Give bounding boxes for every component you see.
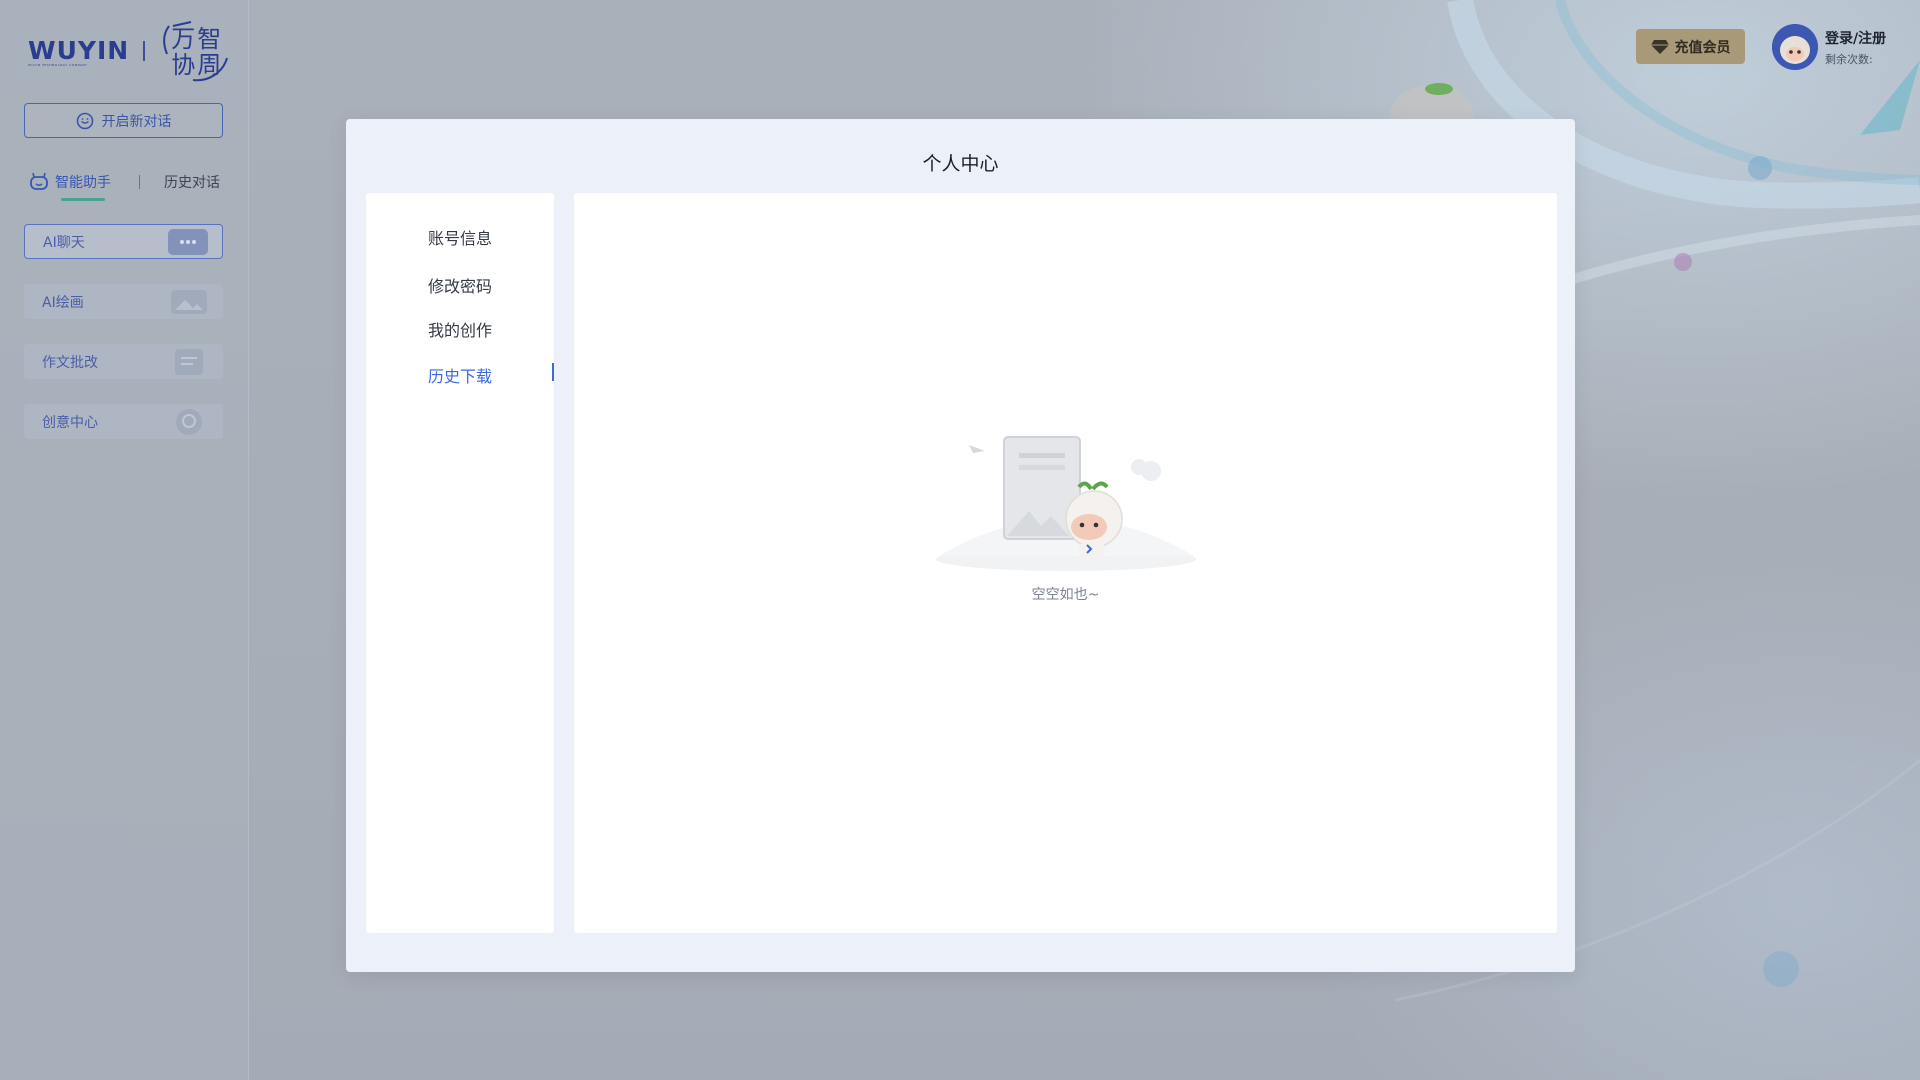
chat-bubble-icon (168, 229, 208, 255)
tab-assistant[interactable]: 智能助手 (29, 172, 111, 201)
modal-title: 个人中心 (922, 153, 999, 175)
sidebar-item-ai-drawing[interactable]: AI绘画 (24, 284, 223, 319)
nav-item-download-history[interactable]: 历史下载 (366, 363, 554, 387)
logo-char-3: 协 (171, 51, 196, 79)
personal-center-modal: 个人中心 账号信息 修改密码 我的创作 历史下载 空空如也~ (346, 119, 1575, 972)
robot-icon (30, 172, 48, 190)
recharge-vip-button[interactable]: 充值会员 (1636, 29, 1745, 64)
sidebar-item-label: AI聊天 (43, 234, 85, 251)
sidebar-item-label: AI绘画 (42, 294, 84, 311)
sidebar-item-label: 创意中心 (42, 414, 98, 431)
sidebar: WUYIN WUYIN TECHNOLOGY COMPANY 万 智 协 周 开… (0, 0, 249, 1080)
diamond-icon (1650, 39, 1669, 54)
mascot-avatar-icon (1772, 24, 1818, 70)
login-register-link[interactable]: 登录/注册 (1825, 28, 1886, 48)
sidebar-item-label: 作文批改 (42, 354, 98, 371)
tab-assistant-label: 智能助手 (55, 175, 111, 191)
document-icon (175, 349, 203, 375)
nav-active-indicator (552, 363, 554, 381)
tab-history[interactable]: 历史对话 (164, 172, 220, 192)
nav-item-my-creations[interactable]: 我的创作 (366, 317, 554, 341)
nav-item-change-password[interactable]: 修改密码 (366, 273, 554, 297)
chat-icon (76, 112, 93, 129)
bulb-icon (176, 409, 202, 435)
logo-char-2: 智 (197, 25, 222, 53)
new-chat-label: 开启新对话 (101, 113, 172, 130)
tab-separator (139, 175, 140, 189)
empty-state-text: 空空如也~ (1031, 587, 1100, 603)
empty-state-illustration (936, 436, 1196, 571)
logo-text: WUYIN (28, 35, 130, 65)
logo-char-4: 周 (197, 51, 222, 79)
picture-icon (171, 290, 207, 314)
vip-label: 充值会员 (1674, 39, 1731, 56)
sidebar-tabs: 智能助手 历史对话 (29, 172, 220, 201)
content-panel: 空空如也~ (574, 193, 1557, 933)
brand-logo[interactable]: WUYIN WUYIN TECHNOLOGY COMPANY 万 智 协 周 (28, 20, 229, 82)
logo-separator (143, 41, 146, 61)
logo-char-1: 万 (171, 25, 196, 53)
remaining-count: 剩余次数: (1825, 53, 1873, 66)
sidebar-item-creative-center[interactable]: 创意中心 (24, 404, 223, 439)
sidebar-item-ai-chat[interactable]: AI聊天 (24, 224, 223, 259)
sidebar-item-essay-correction[interactable]: 作文批改 (24, 344, 223, 379)
logo-mark: 万 智 协 周 (161, 20, 229, 82)
new-chat-button[interactable]: 开启新对话 (24, 103, 223, 138)
nav-item-account-info[interactable]: 账号信息 (366, 225, 554, 249)
avatar[interactable] (1772, 24, 1818, 70)
personal-center-nav: 账号信息 修改密码 我的创作 历史下载 (366, 193, 554, 933)
